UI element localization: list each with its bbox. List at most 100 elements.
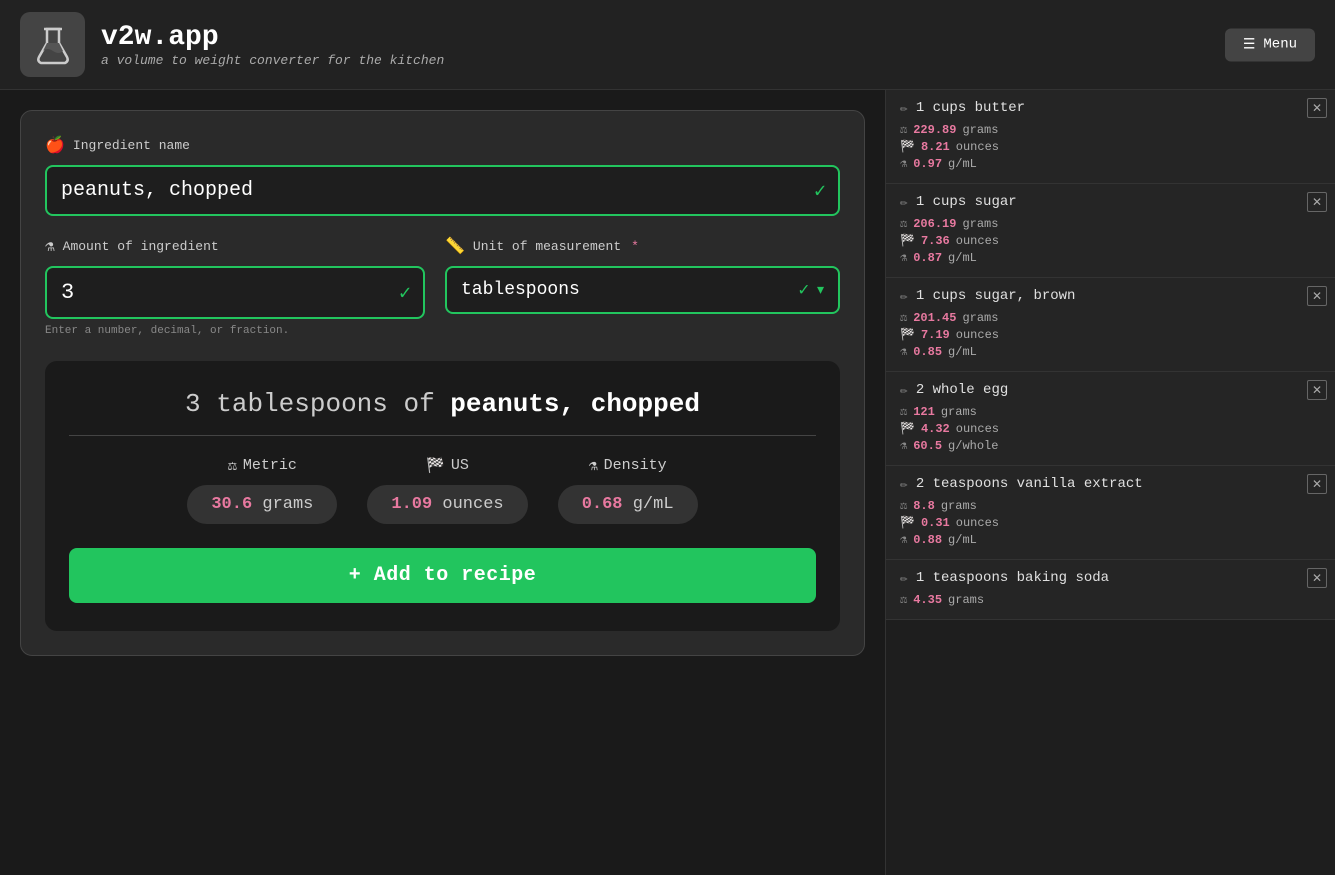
oz-label: ounces bbox=[956, 422, 999, 436]
ingredient-input[interactable] bbox=[45, 165, 840, 216]
metric-icon: ⚖ bbox=[228, 456, 237, 475]
recipe-oz-stat: 🏁 7.19 ounces bbox=[900, 327, 1321, 342]
us-col: 🏁 US 1.09 ounces bbox=[367, 456, 527, 524]
us-icon: 🏁 bbox=[426, 456, 445, 475]
amount-checkmark: ✓ bbox=[399, 280, 411, 306]
recipe-density-stat: ⚗ 0.97 g/mL bbox=[900, 156, 1321, 171]
us-header: 🏁 US bbox=[426, 456, 469, 475]
result-card: 3 tablespoons of peanuts, chopped ⚖ Metr… bbox=[45, 361, 840, 631]
unit-icon: 📏 bbox=[445, 236, 465, 256]
recipe-item-title: 1 teaspoons baking soda bbox=[916, 570, 1109, 586]
menu-label: Menu bbox=[1263, 37, 1297, 53]
remove-recipe-item-button[interactable]: ✕ bbox=[1307, 286, 1327, 306]
remove-recipe-item-button[interactable]: ✕ bbox=[1307, 568, 1327, 588]
menu-button[interactable]: ☰ Menu bbox=[1225, 28, 1315, 61]
app-logo bbox=[20, 12, 85, 77]
recipe-grams-stat: ⚖ 121 grams bbox=[900, 404, 1321, 419]
flag-icon: 🏁 bbox=[900, 139, 915, 154]
app-name: v2w.app bbox=[101, 22, 444, 53]
app-subtitle: a volume to weight converter for the kit… bbox=[101, 53, 444, 68]
grams-value: 201.45 bbox=[913, 311, 956, 325]
amount-input[interactable] bbox=[45, 266, 425, 319]
oz-label: ounces bbox=[956, 516, 999, 530]
unit-select[interactable]: tablespoons teaspoons cups fluid ounces … bbox=[445, 266, 840, 314]
density-header: ⚗ Density bbox=[589, 456, 667, 475]
recipe-item-title: 2 whole egg bbox=[916, 382, 1008, 398]
recipe-grams-stat: ⚖ 8.8 grams bbox=[900, 498, 1321, 513]
recipe-item-header: ✏ 2 teaspoons vanilla extract bbox=[900, 476, 1321, 492]
density-label: g/mL bbox=[948, 345, 977, 359]
recipe-density-stat: ⚗ 0.85 g/mL bbox=[900, 344, 1321, 359]
grams-label: grams bbox=[948, 593, 984, 607]
recipe-grams-stat: ⚖ 201.45 grams bbox=[900, 310, 1321, 325]
amount-input-wrapper: ✓ bbox=[45, 266, 425, 319]
edit-icon: ✏ bbox=[900, 101, 908, 116]
recipe-item-header: ✏ 1 teaspoons baking soda bbox=[900, 570, 1321, 586]
edit-icon: ✏ bbox=[900, 477, 908, 492]
add-to-recipe-button[interactable]: + Add to recipe bbox=[69, 548, 816, 603]
result-ingredient-name: peanuts, chopped bbox=[450, 389, 700, 419]
grams-value: 206.19 bbox=[913, 217, 956, 231]
recipe-density-stat: ⚗ 0.87 g/mL bbox=[900, 250, 1321, 265]
oz-value: 0.31 bbox=[921, 516, 950, 530]
recipe-density-stat: ⚗ 0.88 g/mL bbox=[900, 532, 1321, 547]
flag-icon: 🏁 bbox=[900, 233, 915, 248]
density-value: 0.68 g/mL bbox=[558, 485, 698, 524]
weight-icon: ⚖ bbox=[900, 498, 907, 513]
amount-icon: ⚗ bbox=[45, 236, 55, 256]
amount-col: ⚗ Amount of ingredient ✓ Enter a number,… bbox=[45, 236, 425, 337]
remove-recipe-item-button[interactable]: ✕ bbox=[1307, 192, 1327, 212]
density-col: ⚗ Density 0.68 g/mL bbox=[558, 456, 698, 524]
recipe-item-header: ✏ 1 cups sugar, brown bbox=[900, 288, 1321, 304]
recipe-density-stat: ⚗ 60.5 g/whole bbox=[900, 438, 1321, 453]
recipe-oz-stat: 🏁 7.36 ounces bbox=[900, 233, 1321, 248]
edit-icon: ✏ bbox=[900, 383, 908, 398]
recipe-grams-stat: ⚖ 4.35 grams bbox=[900, 592, 1321, 607]
recipe-oz-stat: 🏁 0.31 ounces bbox=[900, 515, 1321, 530]
recipe-item: ✏ 1 cups sugar ✕ ⚖ 206.19 grams 🏁 7.36 o… bbox=[886, 184, 1335, 278]
edit-icon: ✏ bbox=[900, 195, 908, 210]
recipe-grams-stat: ⚖ 229.89 grams bbox=[900, 122, 1321, 137]
weight-icon: ⚖ bbox=[900, 310, 907, 325]
oz-label: ounces bbox=[956, 140, 999, 154]
weight-icon: ⚖ bbox=[900, 216, 907, 231]
oz-value: 8.21 bbox=[921, 140, 950, 154]
grams-value: 8.8 bbox=[913, 499, 935, 513]
recipe-item-title: 1 cups butter bbox=[916, 100, 1025, 116]
remove-recipe-item-button[interactable]: ✕ bbox=[1307, 380, 1327, 400]
result-headline: 3 tablespoons of peanuts, chopped bbox=[69, 389, 816, 419]
flask-icon: ⚗ bbox=[900, 250, 907, 265]
oz-label: ounces bbox=[956, 328, 999, 342]
flask-icon: ⚗ bbox=[900, 532, 907, 547]
density-label: g/mL bbox=[948, 533, 977, 547]
unit-select-wrapper: tablespoons teaspoons cups fluid ounces … bbox=[445, 266, 840, 314]
left-panel: 🍎 Ingredient name ✓ ⚗ Amount of ingredie… bbox=[0, 90, 885, 875]
remove-recipe-item-button[interactable]: ✕ bbox=[1307, 474, 1327, 494]
density-label: g/mL bbox=[948, 251, 977, 265]
weight-icon: ⚖ bbox=[900, 592, 907, 607]
result-divider bbox=[69, 435, 816, 436]
remove-recipe-item-button[interactable]: ✕ bbox=[1307, 98, 1327, 118]
recipe-item-title: 1 cups sugar bbox=[916, 194, 1017, 210]
recipe-item-header: ✏ 2 whole egg bbox=[900, 382, 1321, 398]
recipe-oz-stat: 🏁 4.32 ounces bbox=[900, 421, 1321, 436]
recipe-grams-stat: ⚖ 206.19 grams bbox=[900, 216, 1321, 231]
oz-value: 7.36 bbox=[921, 234, 950, 248]
recipe-item-header: ✏ 1 cups butter bbox=[900, 100, 1321, 116]
unit-col: 📏 Unit of measurement * tablespoons teas… bbox=[445, 236, 840, 337]
oz-label: ounces bbox=[956, 234, 999, 248]
flag-icon: 🏁 bbox=[900, 421, 915, 436]
ingredient-label: 🍎 Ingredient name bbox=[45, 135, 840, 155]
converter-card: 🍎 Ingredient name ✓ ⚗ Amount of ingredie… bbox=[20, 110, 865, 656]
recipe-item-title: 2 teaspoons vanilla extract bbox=[916, 476, 1143, 492]
oz-value: 7.19 bbox=[921, 328, 950, 342]
metric-value: 30.6 grams bbox=[187, 485, 337, 524]
density-value: 60.5 bbox=[913, 439, 942, 453]
flag-icon: 🏁 bbox=[900, 515, 915, 530]
recipe-item: ✏ 1 teaspoons baking soda ✕ ⚖ 4.35 grams bbox=[886, 560, 1335, 620]
edit-icon: ✏ bbox=[900, 571, 908, 586]
grams-label: grams bbox=[962, 311, 998, 325]
flask-icon: ⚗ bbox=[900, 156, 907, 171]
grams-label: grams bbox=[962, 217, 998, 231]
flask-icon: ⚗ bbox=[900, 344, 907, 359]
